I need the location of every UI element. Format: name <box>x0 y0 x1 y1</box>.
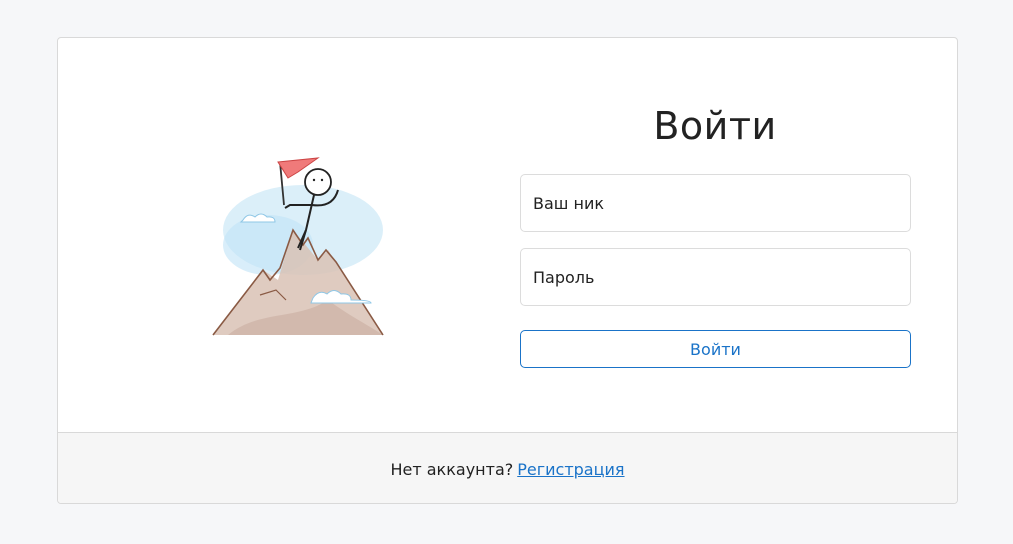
mountain-climber-icon <box>212 157 384 336</box>
register-link[interactable]: Регистрация <box>517 460 624 479</box>
no-account-text: Нет аккаунта? <box>390 459 514 479</box>
login-button[interactable]: Войти <box>520 330 911 368</box>
login-card-footer: Нет аккаунта? Регистрация <box>58 432 957 503</box>
page-title: Войти <box>653 104 777 148</box>
nickname-input[interactable] <box>520 174 911 232</box>
password-input[interactable] <box>520 248 911 306</box>
login-card-body: Войти Войти <box>58 38 957 432</box>
login-card: Войти Войти Нет аккаунта? Регистрация <box>57 37 958 504</box>
